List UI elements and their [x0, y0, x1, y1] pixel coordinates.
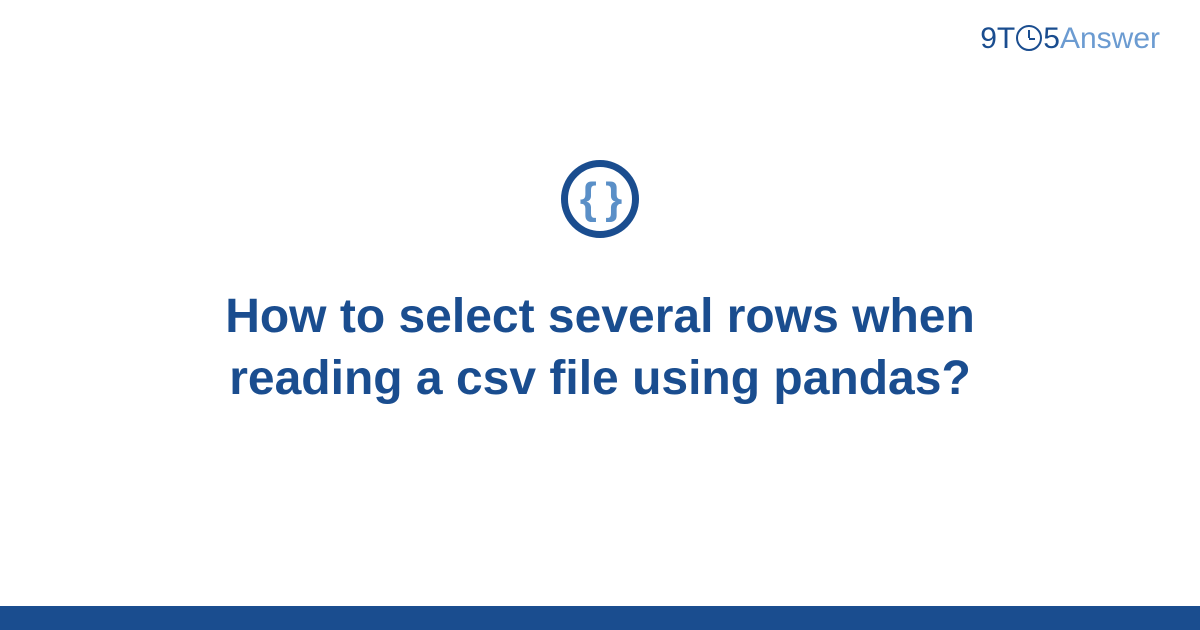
- topic-icon-circle: { }: [561, 160, 639, 238]
- code-braces-icon: { }: [580, 177, 620, 221]
- main-content: { } How to select several rows when read…: [0, 0, 1200, 630]
- footer-accent-bar: [0, 606, 1200, 630]
- question-title: How to select several rows when reading …: [110, 286, 1090, 411]
